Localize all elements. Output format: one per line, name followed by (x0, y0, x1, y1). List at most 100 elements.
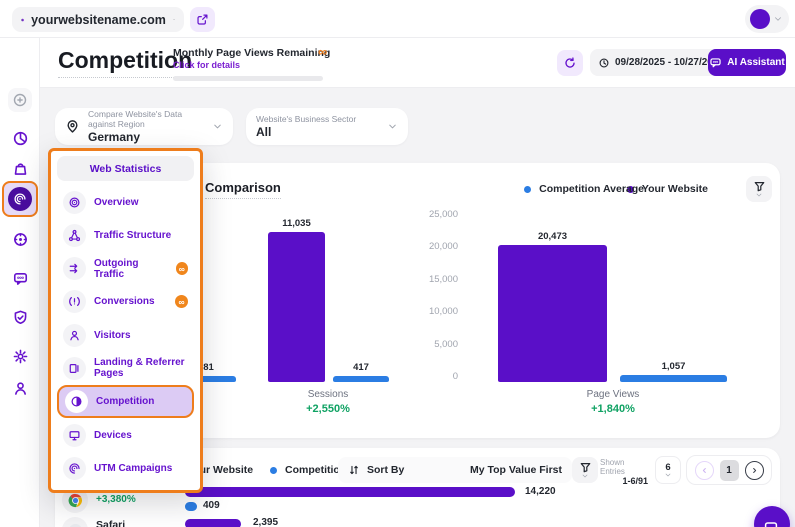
top-bar: yourwebsitename.com (0, 0, 795, 38)
menu-item-devices[interactable]: Devices (57, 418, 194, 451)
safari-browser-icon (62, 517, 88, 527)
change-pageviews: +1,840% (543, 403, 683, 415)
user-menu[interactable] (745, 5, 789, 33)
menu-item-utm-campaigns[interactable]: UTM Campaigns (57, 452, 194, 485)
page-header: Competition Monthly Page Views Remaining… (40, 38, 795, 88)
chevron-down-icon (173, 14, 175, 25)
business-sector-select[interactable]: Website's Business Sector All (246, 108, 408, 145)
conversion-icon (68, 295, 81, 308)
infinity-badge: ∞ (176, 262, 188, 275)
legend-competition-average: Competition Average (524, 183, 644, 195)
quota-block: Monthly Page Views Remaining Click for d… (173, 47, 333, 70)
gear-icon (12, 348, 29, 365)
chart-filter-button[interactable] (746, 176, 772, 202)
region-select-label: Compare Website's Data against Region (88, 109, 204, 129)
chat-icon (763, 520, 779, 527)
bar-pageviews-competition[interactable]: 1,057 (620, 361, 727, 382)
sort-by-control[interactable]: Sort By My Top Value First (338, 457, 572, 483)
quota-details-link[interactable]: Click for details (173, 60, 333, 70)
menu-item-conversions[interactable]: Conversions ∞ (57, 285, 194, 318)
clock-icon (598, 57, 610, 69)
spiral-statistics-icon (13, 192, 27, 206)
shield-check-icon (12, 309, 29, 326)
legend-dot-blue (524, 186, 531, 193)
website-favicon (21, 12, 24, 28)
web-statistics-menu: Web Statistics Overview Traffic Structur… (48, 148, 203, 493)
circle-plus-icon (12, 92, 28, 108)
ai-assistant-button[interactable]: AI Assistant (708, 49, 786, 76)
pie-chart-icon (12, 130, 29, 147)
menu-item-visitors[interactable]: Visitors (57, 319, 194, 352)
website-selector[interactable]: yourwebsitename.com (12, 7, 184, 32)
chat-icon (12, 270, 29, 287)
refresh-icon (563, 56, 577, 70)
sort-by-label: Sort By (367, 464, 404, 476)
menu-item-traffic-structure[interactable]: Traffic Structure (57, 219, 194, 252)
chevron-down-icon (755, 193, 763, 198)
refresh-button[interactable] (557, 50, 583, 76)
chevron-down-icon (387, 121, 398, 132)
current-page[interactable]: 1 (720, 460, 739, 481)
next-page-button[interactable] (745, 461, 764, 480)
chart-title: Comparison (205, 180, 281, 199)
menu-header: Web Statistics (57, 156, 194, 181)
sidebar-item-web-statistics-active[interactable] (2, 181, 38, 217)
sidebar-item-security[interactable] (8, 305, 32, 329)
hbar-your-website[interactable] (185, 487, 515, 497)
hbar-your-website[interactable] (185, 519, 241, 527)
chevron-down-icon (773, 14, 783, 24)
sector-select-label: Website's Business Sector (256, 114, 379, 124)
pages-icon (68, 362, 81, 375)
region-select-value: Germany (88, 130, 204, 144)
prev-page-button[interactable] (695, 461, 714, 480)
sidebar-item-messages[interactable] (8, 266, 32, 290)
sidebar-item-targeting[interactable] (8, 227, 32, 251)
half-circle-icon (70, 395, 83, 408)
hbar-value: 14,220 (525, 486, 556, 497)
row-change-badge: +3,380% (96, 494, 136, 505)
bar-pageviews-your-website[interactable]: 20,473 (498, 231, 607, 382)
external-link-icon (196, 13, 209, 26)
user-icon (68, 329, 81, 342)
sidebar-item-store[interactable] (8, 156, 32, 180)
chevron-down-icon (664, 473, 672, 478)
location-pin-icon (65, 119, 80, 134)
sidebar-collapse-button[interactable] (8, 88, 32, 112)
sidebar-item-account[interactable] (8, 376, 32, 400)
legend-dot-blue (270, 467, 277, 474)
infinity-badge: ∞ (318, 44, 327, 59)
menu-item-landing-referrer-pages[interactable]: Landing & Referrer Pages (57, 352, 194, 385)
menu-item-overview[interactable]: Overview (57, 185, 194, 218)
region-select[interactable]: Compare Website's Data against Region Ge… (55, 108, 233, 145)
chevron-down-icon (212, 121, 223, 132)
funnel-icon (753, 180, 766, 193)
outgoing-arrows-icon (68, 262, 81, 275)
bar-sessions-your-website[interactable]: 11,035 (268, 218, 325, 382)
ai-assistant-label: AI Assistant (727, 57, 784, 68)
chevron-down-icon (581, 474, 589, 479)
bar-sessions-competition[interactable]: 417 (333, 362, 389, 382)
quota-title: Monthly Page Views Remaining (173, 47, 333, 59)
page-size-select[interactable]: 6 (655, 456, 681, 484)
monitor-icon (68, 429, 81, 442)
sort-icon (348, 464, 360, 476)
menu-item-outgoing-traffic[interactable]: Outgoing Traffic ∞ (57, 252, 194, 285)
hbar-value: 2,395 (253, 517, 278, 527)
quota-progress-bar (173, 76, 323, 81)
infinity-badge: ∞ (175, 295, 188, 308)
sort-by-value: My Top Value First (470, 464, 562, 476)
sidebar-item-dashboard[interactable] (8, 126, 32, 150)
bag-icon (12, 160, 29, 177)
hbar-value: 409 (203, 500, 220, 511)
funnel-icon (579, 461, 592, 474)
arrow-left-icon (700, 466, 709, 475)
list-filter-button[interactable] (572, 457, 598, 483)
shown-entries-label: Shown Entries (600, 458, 648, 476)
user-icon (12, 380, 29, 397)
menu-item-competition[interactable]: Competition (57, 385, 194, 418)
sector-select-value: All (256, 125, 379, 139)
open-website-button[interactable] (190, 7, 215, 32)
domain-name: yourwebsitename.com (31, 13, 166, 27)
hbar-competition[interactable] (185, 502, 197, 511)
sidebar-item-settings[interactable] (8, 344, 32, 368)
